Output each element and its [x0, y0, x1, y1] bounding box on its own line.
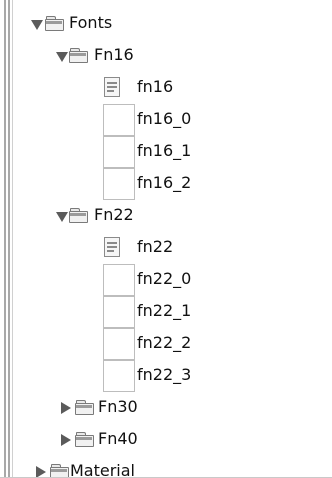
tree-node-material[interactable]: Material — [0, 456, 332, 478]
tree-node-label: fn16 — [137, 77, 174, 96]
tree-node-fn30[interactable]: Fn30 — [0, 392, 332, 424]
folder-icon — [69, 48, 88, 63]
texture-thumbnail — [103, 104, 135, 136]
tree-node-fn16-1[interactable]: fn16_1 — [0, 136, 332, 168]
texture-thumbnail — [103, 136, 135, 168]
tree-node-label: fn22 — [137, 237, 174, 256]
expanded-arrow-icon[interactable] — [56, 52, 68, 62]
tree-node-fn40[interactable]: Fn40 — [0, 424, 332, 456]
tree-node-fn16-0[interactable]: fn16_0 — [0, 104, 332, 136]
tree-node-label: Fn40 — [98, 429, 138, 448]
texture-thumbnail — [103, 168, 135, 200]
tree-node-fonts[interactable]: Fonts — [0, 8, 332, 40]
tree-node-label: Fn22 — [94, 205, 134, 224]
tree-node-label: fn22_0 — [137, 269, 192, 288]
tree-node-fn22-1[interactable]: fn22_1 — [0, 296, 332, 328]
tree-node-label: fn16_1 — [137, 141, 192, 160]
texture-thumbnail — [103, 296, 135, 328]
tree-node-label: Fn30 — [98, 397, 138, 416]
expanded-arrow-icon[interactable] — [56, 212, 68, 222]
tree-node-label: fn22_1 — [137, 301, 192, 320]
folder-icon — [69, 208, 88, 223]
tree-node-fn22-doc[interactable]: fn22 — [0, 232, 332, 264]
expanded-arrow-icon[interactable] — [31, 20, 43, 30]
texture-thumbnail — [103, 264, 135, 296]
tree-node-label: fn22_2 — [137, 333, 192, 352]
tree-node-fn22-0[interactable]: fn22_0 — [0, 264, 332, 296]
tree-node-fn16-2[interactable]: fn16_2 — [0, 168, 332, 200]
tree-node-fn22-3[interactable]: fn22_3 — [0, 360, 332, 392]
folder-icon — [75, 432, 94, 447]
document-icon — [103, 77, 121, 99]
tree-node-label: Fn16 — [94, 45, 134, 64]
tree-node-fn22-2[interactable]: fn22_2 — [0, 328, 332, 360]
tree-node-label: Fonts — [69, 13, 113, 32]
tree-node-label: fn16_0 — [137, 109, 192, 128]
tree-node-fn16-doc[interactable]: fn16 — [0, 72, 332, 104]
folder-icon — [75, 400, 94, 415]
folder-icon — [50, 464, 69, 478]
folder-icon — [45, 16, 64, 31]
collapsed-arrow-icon[interactable] — [61, 402, 71, 414]
tree-node-fn22[interactable]: Fn22 — [0, 200, 332, 232]
texture-thumbnail — [103, 328, 135, 360]
tree-node-label: fn16_2 — [137, 173, 192, 192]
collapsed-arrow-icon[interactable] — [61, 434, 71, 446]
project-tree-panel: Fonts Fn16 fn16 fn16_0 fn16_1 fn16_2 Fn2… — [0, 0, 332, 478]
texture-thumbnail — [103, 360, 135, 392]
document-icon — [103, 237, 121, 259]
tree-node-label: fn22_3 — [137, 365, 192, 384]
tree-node-label: Material — [70, 461, 135, 478]
tree-node-fn16[interactable]: Fn16 — [0, 40, 332, 72]
